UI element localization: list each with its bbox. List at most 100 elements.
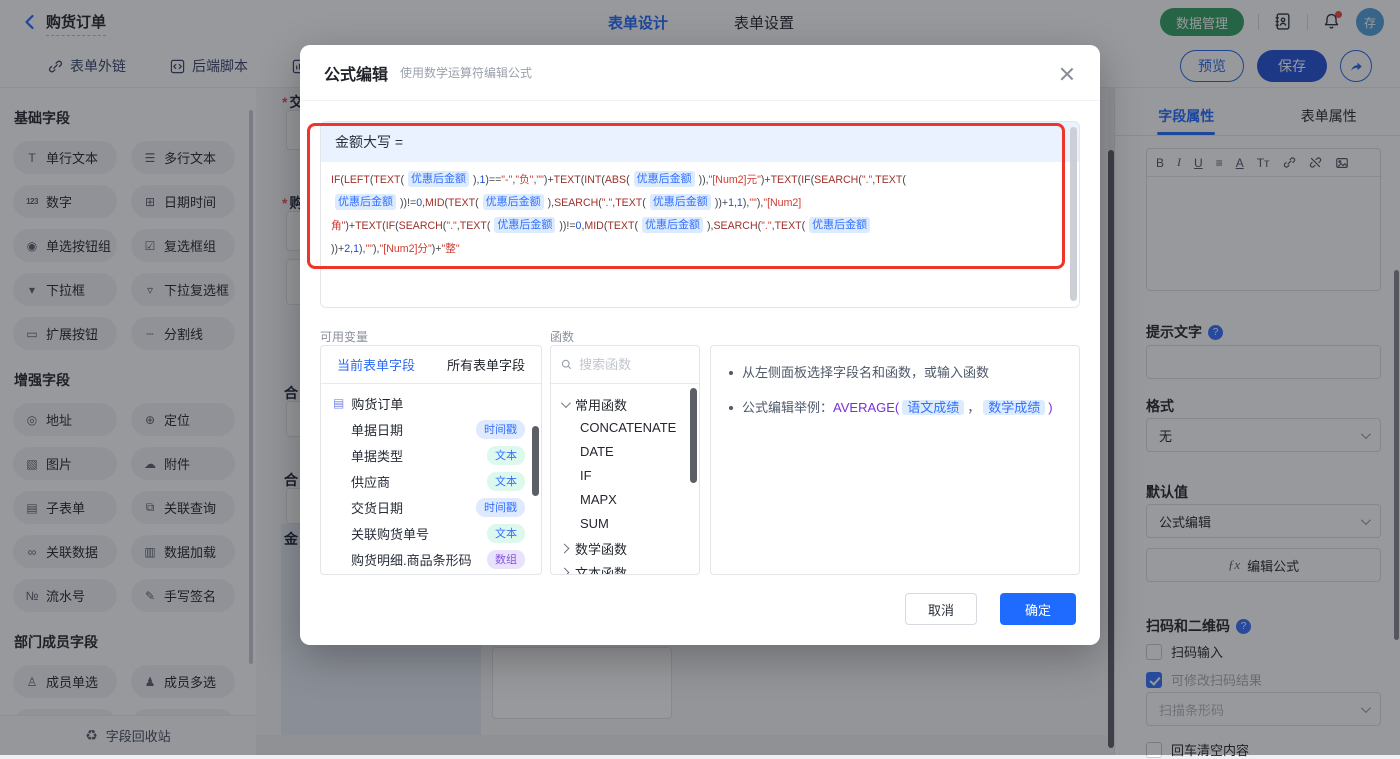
formula-token: )+ [544, 174, 554, 186]
field-chip: 优惠后金额 [642, 217, 703, 233]
chevron-down-icon [561, 398, 571, 408]
variables-panel: 当前表单字段 所有表单字段 ▤ 购货订单 单据日期时间戳单据类型文本供应商文本交… [320, 345, 542, 575]
function-search[interactable] [551, 346, 699, 384]
formula-token: TEXT [460, 220, 487, 232]
variables-tabs: 当前表单字段 所有表单字段 [321, 346, 541, 384]
cancel-button[interactable]: 取消 [905, 593, 977, 625]
formula-token: )+ [761, 174, 771, 186]
field-chip: 优惠后金额 [634, 171, 695, 187]
confirm-button[interactable]: 确定 [1000, 593, 1076, 625]
formula-token: "" [536, 174, 544, 186]
example-field-chip: 数学成绩 [983, 400, 1045, 415]
formula-token: )), [699, 174, 709, 186]
field-type-badge: 时间戳 [476, 420, 525, 439]
formula-token: TEXT [875, 174, 902, 186]
formula-token: ( [802, 220, 806, 232]
formula-token: TEXT [373, 174, 400, 186]
chevron-right-icon [560, 543, 570, 553]
formula-token: IF [331, 174, 340, 186]
formula-token: "负" [515, 174, 533, 186]
field-chip: 优惠后金额 [494, 217, 555, 233]
formula-token: LEFT [344, 174, 370, 186]
search-input[interactable] [579, 357, 689, 372]
bullet-dot [729, 406, 733, 410]
formula-token: SEARCH [554, 197, 598, 209]
formula-token: TEXT [615, 197, 642, 209]
formula-token: TEXT [355, 220, 382, 232]
formula-editor[interactable]: 金额大写 = IF(LEFT(TEXT(优惠后金额),1)=="-","负","… [320, 121, 1080, 308]
variable-field-row[interactable]: 购货明细.商品条形码数组 [321, 546, 541, 572]
variable-field-row[interactable]: 交货日期时间戳 [321, 494, 541, 520]
search-icon [561, 358, 572, 371]
function-item[interactable]: SUM [561, 512, 699, 536]
function-list: 常用函数CONCATENATEDATEIFMAPXSUM数学函数文本函数 [551, 384, 699, 575]
formula-token: ))!= [400, 197, 416, 209]
formula-token: ABS [605, 174, 626, 186]
formula-token: SEARCH [399, 220, 443, 232]
formula-token: SEARCH [814, 174, 858, 186]
formula-token: IF [801, 174, 810, 186]
formula-token: "" [366, 243, 374, 255]
modal-title: 公式编辑 [324, 61, 388, 85]
functions-scrollbar[interactable] [690, 388, 697, 483]
function-item[interactable]: MAPX [561, 488, 699, 512]
formula-token: ( [400, 174, 404, 186]
field-type-badge: 文本 [487, 524, 525, 543]
variable-field-name: 供应商 [351, 472, 390, 491]
formula-token: INT [584, 174, 601, 186]
formula-scrollbar[interactable] [1070, 127, 1077, 301]
chevron-right-icon [560, 567, 570, 575]
formula-token: "-" [501, 174, 512, 186]
formula-token: ( [902, 174, 906, 186]
formula-edit-modal: 公式编辑 使用数学运算符编辑公式 金额大写 = IF(LEFT(TEXT(优惠后… [300, 45, 1100, 645]
formula-token: )== [485, 174, 501, 186]
formula-token: "[Num2] [763, 197, 801, 209]
variables-scrollbar[interactable] [532, 426, 539, 496]
variable-field-name: 购货明细.商品条形码 [351, 550, 472, 569]
formula-token: MID [584, 220, 603, 232]
formula-token: TEXT [607, 220, 634, 232]
variable-field-row[interactable]: 单据类型文本 [321, 442, 541, 468]
variables-label: 可用变量 [320, 328, 368, 345]
formula-token: ( [487, 220, 491, 232]
modal-header: 公式编辑 使用数学运算符编辑公式 [300, 45, 1100, 101]
formula-token: "." [761, 220, 771, 232]
tab-all-form-fields[interactable]: 所有表单字段 [447, 355, 525, 374]
form-root-node[interactable]: ▤ 购货订单 [321, 390, 541, 416]
function-group[interactable]: 文本函数 [561, 560, 699, 575]
formula-tips: 从左侧面板选择字段名和函数，或输入函数 公式编辑举例：AVERAGE(语文成绩，… [710, 345, 1080, 575]
field-chip: 优惠后金额 [809, 217, 870, 233]
field-type-badge: 数组 [487, 550, 525, 569]
function-item[interactable]: CONCATENATE [561, 416, 699, 440]
function-group[interactable]: 常用函数 [561, 392, 699, 416]
variable-field-row[interactable]: 供应商 文本 [321, 468, 541, 494]
function-item[interactable]: DATE [561, 440, 699, 464]
field-chip: 优惠后金额 [650, 194, 711, 210]
variable-field-row[interactable]: 关联购货单号 文本 [321, 520, 541, 546]
formula-token: TEXT [448, 197, 475, 209]
formula-token: "." [862, 174, 872, 186]
variable-field-row[interactable]: 单据日期时间戳 [321, 416, 541, 442]
formula-code[interactable]: IF(LEFT(TEXT(优惠后金额),1)=="-","负","")+TEXT… [321, 162, 1079, 261]
formula-token: )+ [432, 243, 442, 255]
formula-token: ))!= [559, 220, 575, 232]
variable-field-name: 交货日期 [351, 498, 403, 517]
formula-token: TEXT [771, 174, 798, 186]
formula-token: ))+ [715, 197, 728, 209]
variables-tree: ▤ 购货订单 单据日期时间戳单据类型文本供应商文本交货日期时间戳关联购货单号文本… [321, 384, 541, 572]
variable-field-name: 关联购货单号 [351, 524, 429, 543]
function-item[interactable]: IF [561, 464, 699, 488]
formula-token: "" [749, 197, 757, 209]
formula-token: )+ [345, 220, 355, 232]
bullet-dot [729, 371, 733, 375]
formula-token: TEXT [775, 220, 802, 232]
function-group[interactable]: 数学函数 [561, 536, 699, 560]
tab-current-form-fields[interactable]: 当前表单字段 [337, 355, 415, 374]
formula-token: SEARCH [713, 220, 757, 232]
formula-token: "[Num2]分" [380, 243, 432, 255]
formula-token: ( [626, 174, 630, 186]
functions-panel: 常用函数CONCATENATEDATEIFMAPXSUM数学函数文本函数 [550, 345, 700, 575]
close-icon[interactable] [1058, 65, 1076, 83]
formula-token: ))+ [331, 243, 344, 255]
field-type-badge: 文本 [487, 472, 525, 491]
